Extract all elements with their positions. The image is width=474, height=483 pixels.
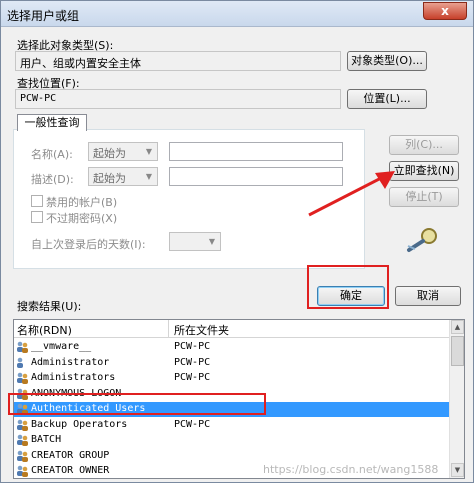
row-name: CREATOR GROUP	[31, 449, 110, 461]
group-icon	[16, 434, 29, 446]
group-icon	[16, 419, 29, 431]
results-header: 名称(RDN) 所在文件夹	[14, 320, 450, 338]
annotation-arrow-icon	[308, 171, 395, 217]
object-type-field: 用户、组或内置安全主体	[15, 51, 341, 71]
chevron-down-icon: ▼	[145, 172, 152, 181]
disabled-accounts-checkbox[interactable]	[31, 195, 43, 207]
table-row[interactable]: Backup Operators PCW-PC	[14, 418, 450, 433]
scroll-down-icon[interactable]: ▼	[451, 463, 464, 477]
name-label: 名称(A):	[31, 148, 73, 161]
name-mode-value: 起始为	[93, 147, 126, 160]
scroll-up-icon[interactable]: ▲	[451, 320, 464, 334]
group-icon	[16, 372, 29, 384]
columns-button[interactable]: 列(C)...	[389, 135, 459, 155]
description-mode-select[interactable]: 起始为 ▼	[88, 167, 158, 186]
row-folder: PCW-PC	[174, 341, 211, 352]
vertical-scrollbar[interactable]: ▲ ▼	[449, 320, 464, 478]
ok-button[interactable]: 确定	[317, 286, 385, 306]
non-expiring-password-label: 不过期密码(X)	[46, 212, 118, 225]
chevron-down-icon: ▼	[145, 147, 152, 156]
days-since-logon-select[interactable]: ▼	[169, 232, 221, 251]
window-title: 选择用户或组	[7, 9, 80, 23]
table-row[interactable]: __vmware__ PCW-PC	[14, 340, 450, 355]
table-row[interactable]: Administrators PCW-PC	[14, 371, 450, 386]
user-icon	[16, 357, 29, 369]
row-name: CREATOR OWNER	[31, 465, 110, 476]
watermark: https://blog.csdn.net/wang1588	[263, 463, 439, 476]
group-icon	[16, 465, 29, 477]
row-name: Administrators	[31, 372, 116, 383]
selected-row-highlight	[8, 393, 266, 415]
object-types-button[interactable]: 对象类型(O)...	[347, 51, 427, 71]
cancel-button[interactable]: 取消	[395, 286, 461, 306]
table-row[interactable]: CREATOR GROUP	[14, 449, 450, 464]
column-header-name[interactable]: 名称(RDN)	[17, 322, 72, 338]
select-users-dialog: 选择用户或组 x 选择此对象类型(S): 用户、组或内置安全主体 对象类型(O)…	[0, 0, 474, 483]
chevron-down-icon: ▼	[208, 237, 215, 246]
search-icon	[407, 228, 437, 252]
row-folder: PCW-PC	[174, 356, 211, 368]
name-mode-select[interactable]: 起始为 ▼	[88, 142, 158, 161]
name-input[interactable]	[169, 142, 343, 161]
scroll-thumb[interactable]	[451, 336, 464, 366]
search-results-label: 搜索结果(U):	[17, 300, 82, 313]
location-field: PCW-PC	[15, 89, 341, 109]
row-name: __vmware__	[31, 341, 92, 352]
table-row[interactable]: Administrator PCW-PC	[14, 356, 450, 371]
table-row[interactable]: BATCH	[14, 433, 450, 448]
group-icon	[16, 450, 29, 462]
close-button[interactable]: x	[423, 2, 467, 20]
row-folder: PCW-PC	[174, 372, 211, 383]
description-label: 描述(D):	[31, 173, 74, 186]
description-mode-value: 起始为	[93, 172, 126, 185]
locations-button[interactable]: 位置(L)...	[347, 89, 427, 109]
row-folder: PCW-PC	[174, 418, 211, 430]
disabled-accounts-label: 禁用的帐户(B)	[46, 196, 118, 209]
row-name: Backup Operators	[31, 418, 128, 430]
row-name: BATCH	[31, 434, 62, 445]
tab-common-queries[interactable]: 一般性查询	[17, 114, 87, 131]
group-icon	[16, 341, 29, 353]
days-since-logon-label: 自上次登录后的天数(I):	[31, 238, 146, 251]
column-divider	[168, 320, 169, 338]
close-icon: x	[441, 4, 449, 18]
title-bar: 选择用户或组 x	[1, 1, 473, 27]
row-name: Administrator	[31, 356, 110, 368]
column-header-folder[interactable]: 所在文件夹	[174, 322, 229, 338]
non-expiring-password-checkbox[interactable]	[31, 211, 43, 223]
